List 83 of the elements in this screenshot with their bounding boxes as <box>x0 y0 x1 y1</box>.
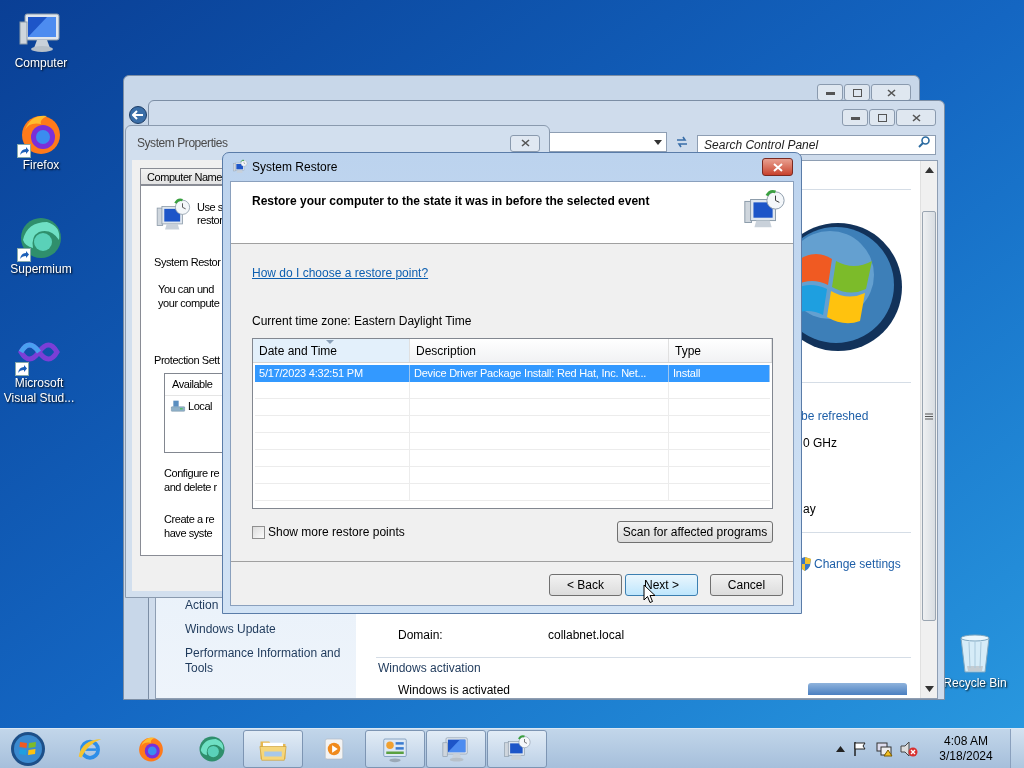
grip-icon <box>925 412 933 420</box>
close-icon <box>886 88 896 97</box>
description-text: You can und <box>158 281 214 296</box>
clock-time[interactable]: 4:08 AM <box>944 733 988 749</box>
desktop-icon-label[interactable]: Recycle Bin <box>943 676 1007 691</box>
description-text: restor <box>197 214 223 227</box>
change-settings-link[interactable]: Change settings <box>814 555 901 573</box>
shortcut-arrow-icon <box>15 362 29 376</box>
navigation-link[interactable]: Action <box>185 598 219 613</box>
taskbar-button[interactable] <box>487 729 547 768</box>
help-link[interactable]: How do I choose a restore point? <box>252 264 429 282</box>
activation-heading: Windows activation <box>378 660 481 677</box>
dialog-button[interactable]: Cancel <box>710 573 783 596</box>
section-heading: Protection Sett <box>154 352 220 368</box>
taskbar-button[interactable] <box>365 729 425 768</box>
muted-speaker-icon[interactable] <box>900 740 918 757</box>
dropdown-arrow-icon <box>654 139 663 145</box>
maximize-button[interactable] <box>869 109 895 126</box>
start-orb-icon <box>10 730 46 767</box>
checkbox[interactable] <box>252 525 265 539</box>
column-header[interactable]: Type <box>669 339 772 362</box>
minimize-icon <box>850 115 860 120</box>
close-button[interactable] <box>510 134 540 152</box>
maximize-icon <box>852 88 862 97</box>
pen-touch-value: ay <box>803 501 816 518</box>
update-link[interactable]: be refreshed <box>801 407 869 425</box>
time-zone-text: Current time zone: Eastern Daylight Time <box>252 313 473 330</box>
search-field[interactable]: Search Control Panel <box>697 135 936 155</box>
tray-expand-icon[interactable] <box>836 745 845 752</box>
dialog-button[interactable]: Next > <box>625 573 698 596</box>
drive-icon <box>170 398 186 415</box>
close-icon <box>772 162 783 172</box>
back-arrow-icon <box>132 110 144 120</box>
scrollbar[interactable] <box>920 161 937 698</box>
table-cell: Install <box>669 365 770 382</box>
dialog-button[interactable]: < Back <box>549 573 622 596</box>
scroll-down-icon <box>924 686 934 692</box>
domain-value: collabnet.local <box>548 627 625 644</box>
activation-status: Windows is activated <box>398 682 511 699</box>
clock-date[interactable]: 3/18/2024 <box>939 748 993 764</box>
desktop-icon-label[interactable]: Firefox <box>22 158 60 173</box>
close-icon <box>520 139 530 147</box>
column-header[interactable]: Description <box>410 339 669 362</box>
checkbox-label[interactable]: Show more restore points <box>268 523 405 541</box>
window-title: System Restore <box>252 159 338 176</box>
close-button[interactable] <box>896 109 936 126</box>
domain-label: Domain: <box>398 627 443 644</box>
close-button[interactable] <box>762 158 793 176</box>
description-text: Configure re <box>164 466 220 480</box>
system-restore-icon <box>232 159 248 175</box>
close-icon <box>911 113 921 122</box>
column-header[interactable]: Date and Time <box>253 339 410 362</box>
processor-value: 0 GHz <box>803 435 837 452</box>
flag-icon[interactable] <box>852 740 868 757</box>
scroll-up-icon <box>924 167 934 173</box>
table-cell: 5/17/2023 4:32:51 PM <box>255 365 410 382</box>
dialog-heading: Restore your computer to the state it was in before the selected event <box>252 193 650 210</box>
navigation-link[interactable]: Windows Update <box>185 622 276 637</box>
sort-arrow-icon <box>326 340 334 344</box>
network-icon[interactable] <box>875 740 893 757</box>
section-heading: System Restor <box>154 255 221 270</box>
maximize-icon <box>877 113 887 122</box>
drive-name[interactable]: Local <box>188 398 213 415</box>
minimize-icon <box>825 90 835 95</box>
desktop-icon-label[interactable]: Supermium <box>10 262 72 277</box>
navigation-link[interactable]: Performance Information and Tools <box>185 646 355 676</box>
taskbar-button[interactable] <box>243 729 303 768</box>
taskbar-button[interactable] <box>426 729 486 768</box>
description-text: Create a re <box>164 512 215 526</box>
back-button[interactable] <box>129 106 147 124</box>
description-text: have syste <box>164 526 213 540</box>
window-title: System Properties <box>137 135 228 152</box>
description-text: and delete r <box>164 480 217 494</box>
description-text: your compute <box>158 295 220 310</box>
scan-button[interactable]: Scan for affected programs <box>617 521 773 543</box>
refresh-icon <box>675 135 690 149</box>
search-icon <box>918 136 930 148</box>
minimize-button[interactable] <box>842 109 868 126</box>
desktop-icon-label[interactable]: Microsoft Visual Stud... <box>2 376 76 406</box>
desktop-icon-label[interactable]: Computer <box>14 56 68 71</box>
table-cell: Device Driver Package Install: Red Hat, Inc. Net... <box>410 365 669 382</box>
shortcut-arrow-icon <box>17 144 31 158</box>
shortcut-arrow-icon <box>17 248 31 262</box>
